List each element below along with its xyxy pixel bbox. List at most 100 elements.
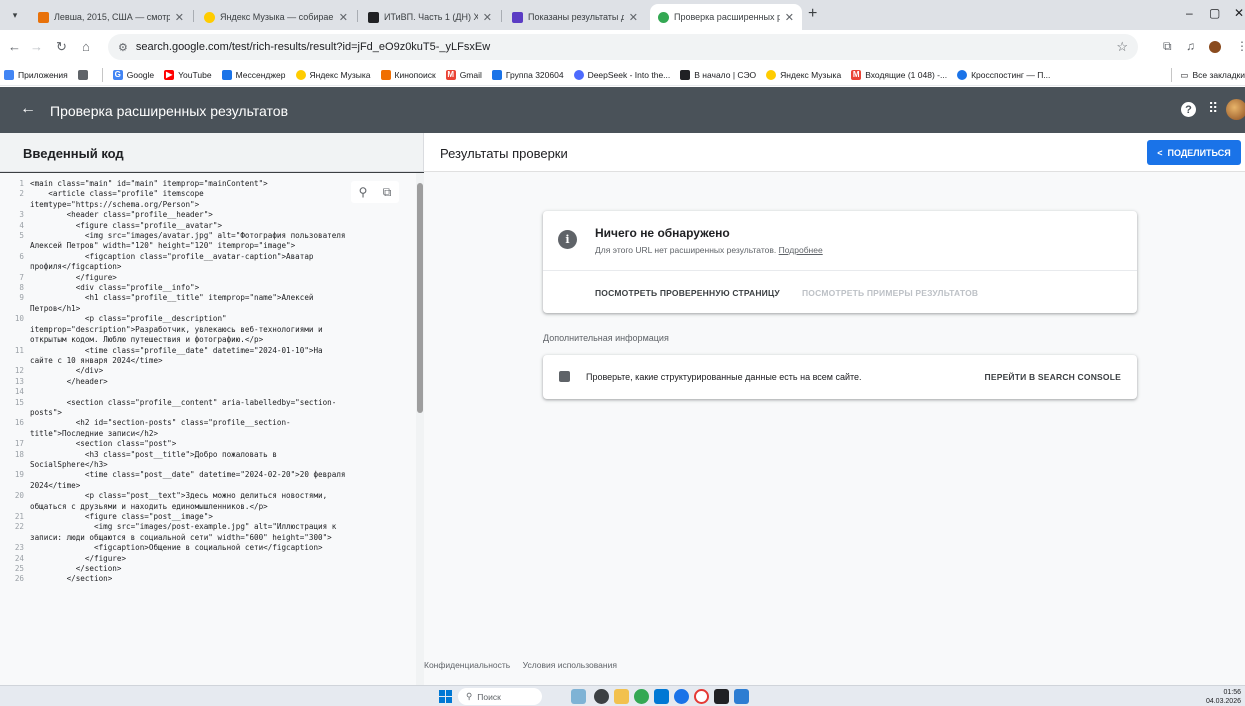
code-line: 11 <time class="profile__date" datetime=… xyxy=(0,346,416,356)
bookmark-label: Мессенджер xyxy=(235,69,286,80)
tab-favicon xyxy=(38,11,49,23)
bookmark-yandex-music[interactable]: Яндекс Музыка xyxy=(295,69,371,80)
bookmark-messenger[interactable]: Мессенджер xyxy=(221,69,286,80)
bookmark-label: Приложения xyxy=(18,69,68,80)
privacy-link[interactable]: Конфиденциальность xyxy=(424,660,510,670)
bookmark-yandex-music-2[interactable]: Яндекс Музыка xyxy=(766,69,841,80)
home-icon[interactable]: ⌂ xyxy=(82,39,90,54)
maximize-icon[interactable]: ▢ xyxy=(1209,6,1220,20)
opera-icon[interactable] xyxy=(694,689,709,704)
code-text: posts"> xyxy=(30,407,63,417)
bookmark-group[interactable]: Группа 320604 xyxy=(491,69,564,80)
os-taskbar: ⚲ Поиск 01:56 04.03.2026 xyxy=(0,685,1245,706)
result-subtext: Для этого URL нет расширенных результато… xyxy=(595,245,823,255)
widgets-icon[interactable] xyxy=(571,689,586,704)
bookmark-deepseek[interactable]: DeepSeek - Into the... xyxy=(573,69,671,80)
line-number: 19 xyxy=(14,470,24,480)
search-icon: ⚲ xyxy=(466,691,473,701)
file-explorer-icon[interactable] xyxy=(614,689,629,704)
url-text[interactable]: search.google.com/test/rich-results/resu… xyxy=(136,41,490,53)
search-console-link[interactable]: ПЕРЕЙТИ В SEARCH CONSOLE xyxy=(985,372,1121,382)
learn-more-link[interactable]: Подробнее xyxy=(779,245,823,255)
windows-start-icon[interactable] xyxy=(439,690,452,703)
code-text: открытым кодом. Люблю путешествия и фото… xyxy=(30,335,264,345)
result-subtext-body: Для этого URL нет расширенных результато… xyxy=(595,245,777,255)
store-icon[interactable] xyxy=(654,689,669,704)
browser-tab[interactable]: Яндекс Музыка — собираем ✕ xyxy=(196,4,356,30)
address-bar[interactable]: ⚙ search.google.com/test/rich-results/re… xyxy=(108,34,1138,60)
code-editor[interactable]: ⚲ ⧉ 1 <main class="main" id="main" itempr… xyxy=(0,173,416,685)
copy-icon[interactable]: ⧉ xyxy=(383,186,392,198)
app-icon[interactable] xyxy=(734,689,749,704)
line-number xyxy=(0,304,30,314)
code-line: 4 <figure class="profile__avatar"> xyxy=(0,221,416,231)
code-line: 7 </figure> xyxy=(0,273,416,283)
extensions-icon[interactable]: ⧉ xyxy=(1163,39,1172,54)
code-text: <figcaption class="profile__avatar-capti… xyxy=(30,251,314,261)
bookmark-label: DeepSeek - Into the... xyxy=(587,69,671,80)
media-icon[interactable]: ♫ xyxy=(1186,39,1195,53)
result-card: i Ничего не обнаружено Для этого URL нет… xyxy=(543,211,1137,313)
code-text: <img src="images/post-example.jpg" alt="… xyxy=(30,522,337,532)
tab-title: Проверка расширенных резуль xyxy=(674,12,780,22)
apps-grid-icon[interactable]: ⠿ xyxy=(1208,100,1218,117)
profile-avatar[interactable] xyxy=(1209,41,1221,53)
browser-tab[interactable]: ИТиВП. Часть 1 (ДН) Хаджинов ✕ xyxy=(360,4,500,30)
minimize-icon[interactable]: – xyxy=(1186,6,1193,20)
tab-divider xyxy=(501,10,502,22)
close-icon[interactable]: ✕ xyxy=(339,11,348,24)
bookmark-gmail[interactable]: M Gmail xyxy=(445,69,482,80)
bookmark-seo[interactable]: В начало | СЭО xyxy=(680,69,756,80)
bookmark-youtube[interactable]: ▶ YouTube xyxy=(164,69,212,80)
close-icon[interactable]: ✕ xyxy=(785,11,794,24)
tab-favicon xyxy=(368,11,379,23)
browser-tab[interactable]: Показаны результаты для index ✕ xyxy=(504,4,646,30)
forward-arrow-icon[interactable]: → xyxy=(30,39,43,54)
browser-menu-icon[interactable]: ⋮ xyxy=(1236,39,1245,53)
bookmark-label: Яндекс Музыка xyxy=(309,69,371,80)
line-number: 12 xyxy=(14,366,24,376)
share-button[interactable]: < ПОДЕЛИТЬСЯ xyxy=(1147,140,1241,165)
telegram-icon[interactable] xyxy=(674,689,689,704)
bookmark-crosspost[interactable]: Кросспостинг — П... xyxy=(957,69,1050,80)
code-scrollbar[interactable] xyxy=(416,173,424,685)
chrome-icon[interactable] xyxy=(634,689,649,704)
view-examples-button[interactable]: ПОСМОТРЕТЬ ПРИМЕРЫ РЕЗУЛЬТАТОВ xyxy=(802,288,978,298)
bookmark-google[interactable]: G Google xyxy=(112,69,154,80)
back-arrow-icon[interactable]: ← xyxy=(8,39,21,54)
taskbar-search[interactable]: ⚲ Поиск xyxy=(458,688,542,705)
close-window-icon[interactable]: ✕ xyxy=(1234,6,1244,20)
terminal-icon[interactable] xyxy=(714,689,729,704)
site-info-icon[interactable]: ⚙ xyxy=(118,41,128,54)
bookmark-star-icon[interactable]: ☆ xyxy=(1116,39,1128,55)
line-number: 14 xyxy=(14,387,24,397)
line-number: 18 xyxy=(14,449,24,459)
code-text: itemprop="description">Разработчик, увле… xyxy=(30,324,323,334)
terms-link[interactable]: Условия использования xyxy=(523,660,617,670)
scrollbar-thumb[interactable] xyxy=(417,183,423,413)
reload-icon[interactable]: ↻ xyxy=(56,39,67,55)
back-arrow-icon[interactable]: ← xyxy=(20,100,36,118)
close-icon[interactable]: ✕ xyxy=(175,11,184,24)
search-icon[interactable]: ⚲ xyxy=(359,186,368,198)
bookmark-kinopoisk[interactable]: Кинопоиск xyxy=(380,69,436,80)
system-clock[interactable]: 01:56 04.03.2026 xyxy=(1206,688,1241,706)
tab-search-icon[interactable]: ▾ xyxy=(6,7,24,24)
help-icon[interactable]: ? xyxy=(1181,102,1196,117)
all-bookmarks-button[interactable]: ▭ Все закладки xyxy=(1171,68,1245,82)
browser-tab-active[interactable]: Проверка расширенных резуль ✕ xyxy=(650,4,802,30)
results-panel: Результаты проверки < ПОДЕЛИТЬСЯ i Ничег… xyxy=(424,133,1245,685)
avatar[interactable] xyxy=(1226,99,1245,120)
code-line: 18 <h3 class="post__title">Добро пожалов… xyxy=(0,450,416,460)
close-icon[interactable]: ✕ xyxy=(483,11,492,24)
view-tested-page-button[interactable]: ПОСМОТРЕТЬ ПРОВЕРЕННУЮ СТРАНИЦУ xyxy=(595,288,780,298)
bookmark-grid[interactable] xyxy=(77,69,92,80)
browser-tab[interactable]: Левша, 2015, США — смотреть ✕ xyxy=(30,4,192,30)
code-text: записи: люди общаются в социальной сети"… xyxy=(30,532,332,542)
line-number xyxy=(0,241,30,251)
close-icon[interactable]: ✕ xyxy=(629,11,638,24)
bookmark-inbox[interactable]: M Входящие (1 048) -... xyxy=(851,69,947,80)
new-tab-button[interactable]: + xyxy=(808,5,817,23)
bookmark-apps[interactable]: Приложения xyxy=(4,69,68,80)
task-view-icon[interactable] xyxy=(594,689,609,704)
